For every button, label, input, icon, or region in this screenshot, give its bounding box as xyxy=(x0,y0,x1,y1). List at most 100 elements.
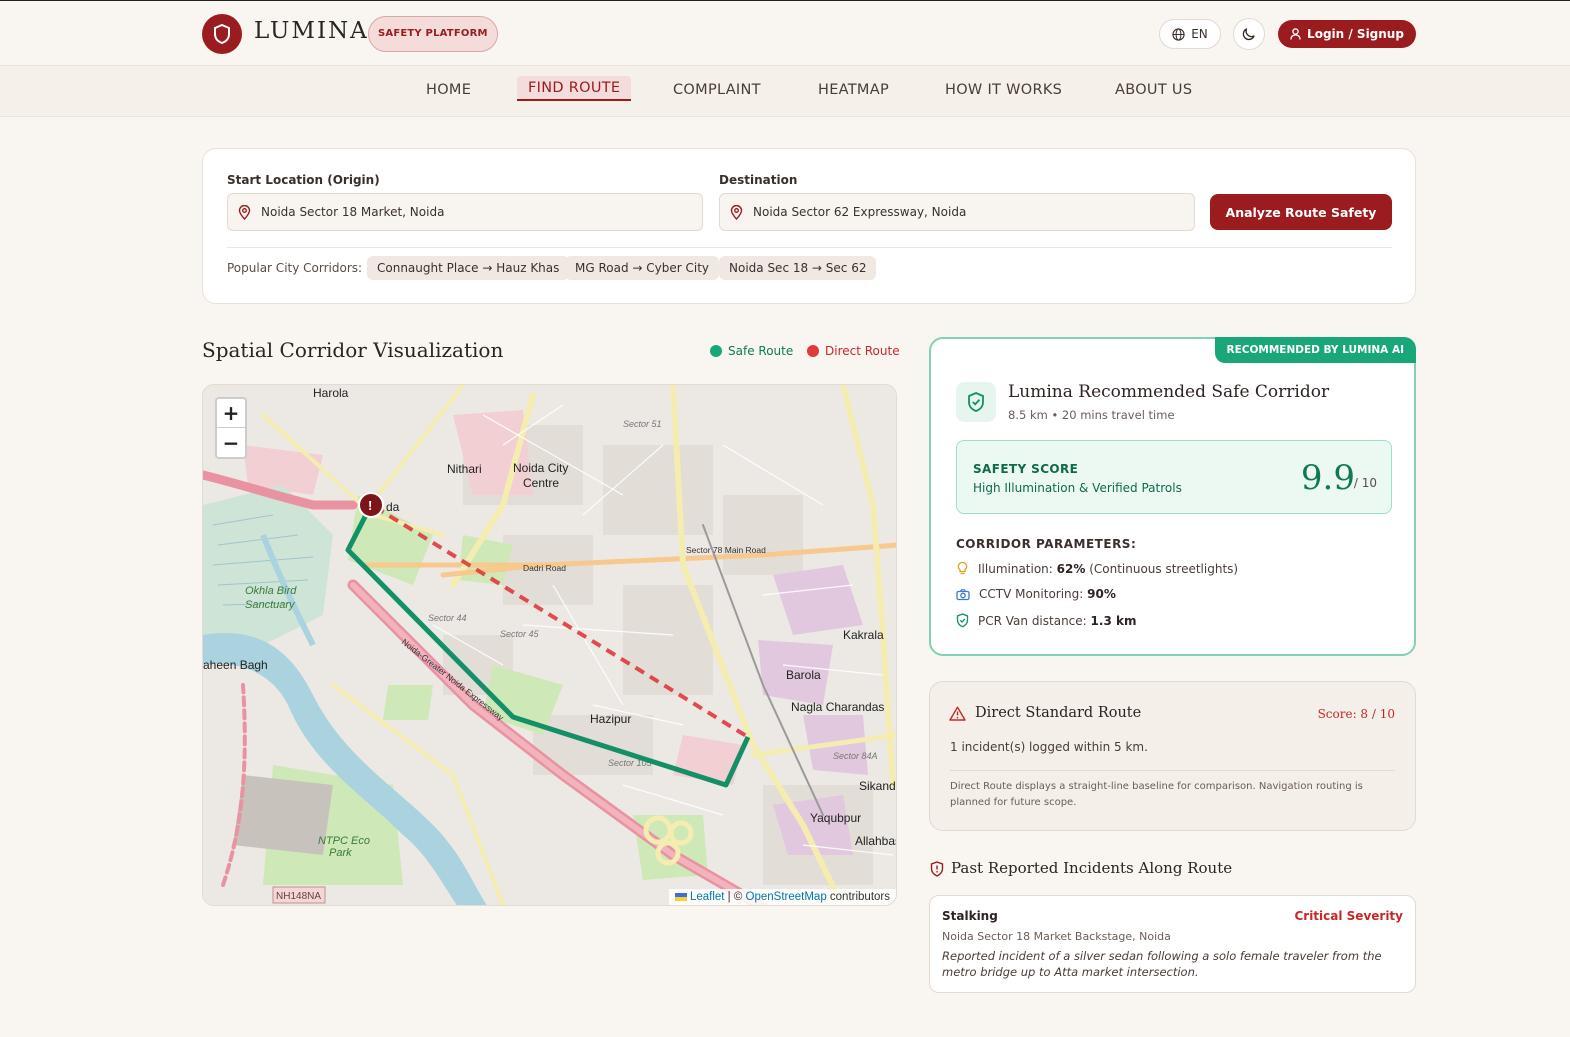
param-illumination: Illumination: 62% (Continuous streetligh… xyxy=(956,561,1238,576)
top-header: LUMINA SAFETY PLATFORM EN Login / Signup xyxy=(0,0,1570,66)
safety-score-value: 9.9 xyxy=(1300,458,1355,498)
legend-safe-route: Safe Route xyxy=(710,344,793,358)
param-suffix: (Continuous streetlights) xyxy=(1085,561,1239,576)
incident-severity: Critical Severity xyxy=(1294,909,1403,923)
destination-input[interactable]: Noida Sector 62 Expressway, Noida xyxy=(719,193,1195,231)
route-search-card: Start Location (Origin) Noida Sector 18 … xyxy=(202,148,1416,304)
warning-triangle-icon xyxy=(949,706,966,721)
recommended-corridor-card[interactable]: RECOMMENDED BY LUMINA AI Lumina Recommen… xyxy=(929,337,1416,656)
destination-label: Destination xyxy=(719,173,798,187)
corridor-chip[interactable]: Connaught Place → Hauz Khas xyxy=(367,256,570,280)
map-label: Sector 44 xyxy=(428,613,467,623)
map-attribution: Leaflet | © OpenStreetMap contributors xyxy=(668,889,896,905)
divider xyxy=(227,247,1392,248)
map-pin-icon xyxy=(730,204,743,220)
corridor-chip[interactable]: MG Road → Cyber City xyxy=(565,256,720,280)
direct-route-card[interactable]: Direct Standard Route Score: 8 / 10 1 in… xyxy=(929,681,1416,831)
logo-shield-icon[interactable] xyxy=(202,14,242,54)
map-label: Okhla Bird xyxy=(245,585,297,597)
param-value: 90% xyxy=(1087,587,1116,601)
origin-input[interactable]: Noida Sector 18 Market, Noida xyxy=(227,193,703,231)
safety-score-box: SAFETY SCORE High Illumination & Verifie… xyxy=(956,440,1392,514)
map-label: Dadri Road xyxy=(523,563,566,573)
nav-heatmap[interactable]: HEATMAP xyxy=(818,82,889,98)
map-label: Barola xyxy=(786,668,821,682)
leaflet-link[interactable]: Leaflet xyxy=(690,891,725,903)
zoom-in-button[interactable]: + xyxy=(217,399,245,428)
map-label: NTPC Eco xyxy=(318,835,370,847)
direct-route-score: Score: 8 / 10 xyxy=(1317,707,1395,721)
safety-score-max: / 10 xyxy=(1353,476,1377,490)
param-pcr: PCR Van distance: 1.3 km xyxy=(956,613,1136,628)
divider xyxy=(950,770,1395,771)
incident-description: Reported incident of a silver sedan foll… xyxy=(942,949,1382,979)
incident-card[interactable]: Stalking Critical Severity Noida Sector … xyxy=(929,895,1416,993)
nav-about-us[interactable]: ABOUT US xyxy=(1115,82,1192,98)
safety-score-desc: High Illumination & Verified Patrols xyxy=(973,481,1182,495)
map-label: Sikand xyxy=(859,779,896,793)
map-tiles[interactable]: NH148NA Harola Nithari Noida City Centre… xyxy=(203,385,897,906)
map-label: Sector 51 xyxy=(623,419,662,429)
main-nav: HOME FIND ROUTE COMPLAINT HEATMAP HOW IT… xyxy=(0,66,1570,117)
language-label: EN xyxy=(1191,27,1208,41)
moon-icon xyxy=(1242,28,1255,41)
map-label: Sector 45 xyxy=(500,629,540,639)
nav-find-route[interactable]: FIND ROUTE xyxy=(517,76,632,101)
param-label: Illumination: xyxy=(978,561,1057,576)
corridor-chip[interactable]: Noida Sec 18 → Sec 62 xyxy=(719,256,877,280)
map-label: Park xyxy=(329,847,352,859)
attribution-separator: | © xyxy=(724,891,746,903)
analyze-route-button[interactable]: Analyze Route Safety xyxy=(1210,194,1392,230)
camera-icon xyxy=(956,588,970,600)
marker-symbol: ! xyxy=(368,498,372,513)
brand-name[interactable]: LUMINA xyxy=(254,18,369,44)
ukraine-flag-icon xyxy=(674,892,687,901)
incident-marker[interactable]: ! xyxy=(358,492,384,518)
param-label: PCR Van distance: xyxy=(978,613,1091,628)
login-label: Login / Signup xyxy=(1307,27,1404,41)
alert-shield-icon xyxy=(930,861,944,877)
legend-label: Direct Route xyxy=(825,344,900,358)
legend-direct-route: Direct Route xyxy=(807,344,900,358)
shield-check-icon xyxy=(956,382,996,422)
recommended-tag: RECOMMENDED BY LUMINA AI xyxy=(1214,337,1416,363)
direct-route-swatch xyxy=(807,345,819,357)
safe-route-swatch xyxy=(710,345,722,357)
map-label: Noida City xyxy=(513,461,568,475)
map-label: Allahbas xyxy=(855,834,897,848)
nav-home[interactable]: HOME xyxy=(426,82,471,98)
platform-badge: SAFETY PLATFORM xyxy=(368,16,498,52)
map-label: Sector 84A xyxy=(833,751,878,761)
nav-complaint[interactable]: COMPLAINT xyxy=(673,82,761,98)
zoom-out-button[interactable]: − xyxy=(217,428,245,457)
map-label: Yaqubpur xyxy=(810,811,861,825)
incident-location: Noida Sector 18 Market Backstage, Noida xyxy=(942,930,1171,943)
origin-label: Start Location (Origin) xyxy=(227,173,380,187)
map-label: da xyxy=(386,500,400,514)
incidents-title: Past Reported Incidents Along Route xyxy=(951,859,1233,877)
map-label: aheen Bagh xyxy=(203,658,268,672)
globe-icon xyxy=(1172,27,1185,41)
theme-toggle-button[interactable] xyxy=(1233,18,1265,50)
language-button[interactable]: EN xyxy=(1159,19,1221,49)
direct-route-incidents: 1 incident(s) logged within 5 km. xyxy=(950,740,1148,754)
param-value: 1.3 km xyxy=(1090,613,1137,628)
nav-how-it-works[interactable]: HOW IT WORKS xyxy=(945,82,1062,98)
param-label: CCTV Monitoring: xyxy=(979,587,1088,601)
login-signup-button[interactable]: Login / Signup xyxy=(1278,20,1416,48)
route-map[interactable]: NH148NA Harola Nithari Noida City Centre… xyxy=(202,384,897,906)
shield-check-icon xyxy=(956,613,969,628)
safety-score-label: SAFETY SCORE xyxy=(973,462,1079,476)
origin-value: Noida Sector 18 Market, Noida xyxy=(261,205,445,219)
direct-route-title: Direct Standard Route xyxy=(975,705,1142,721)
recommended-title: Lumina Recommended Safe Corridor xyxy=(1008,382,1330,402)
bulb-icon xyxy=(957,561,968,575)
param-value: 62% xyxy=(1056,561,1086,576)
map-label: Hazipur xyxy=(590,712,631,726)
attribution-tail: contributors xyxy=(826,891,890,903)
map-pin-icon xyxy=(238,204,251,220)
destination-value: Noida Sector 62 Expressway, Noida xyxy=(753,205,967,219)
osm-link[interactable]: OpenStreetMap xyxy=(746,891,827,903)
corridors-label: Popular City Corridors: xyxy=(227,261,363,275)
map-label: Nagla Charandas xyxy=(791,700,884,714)
